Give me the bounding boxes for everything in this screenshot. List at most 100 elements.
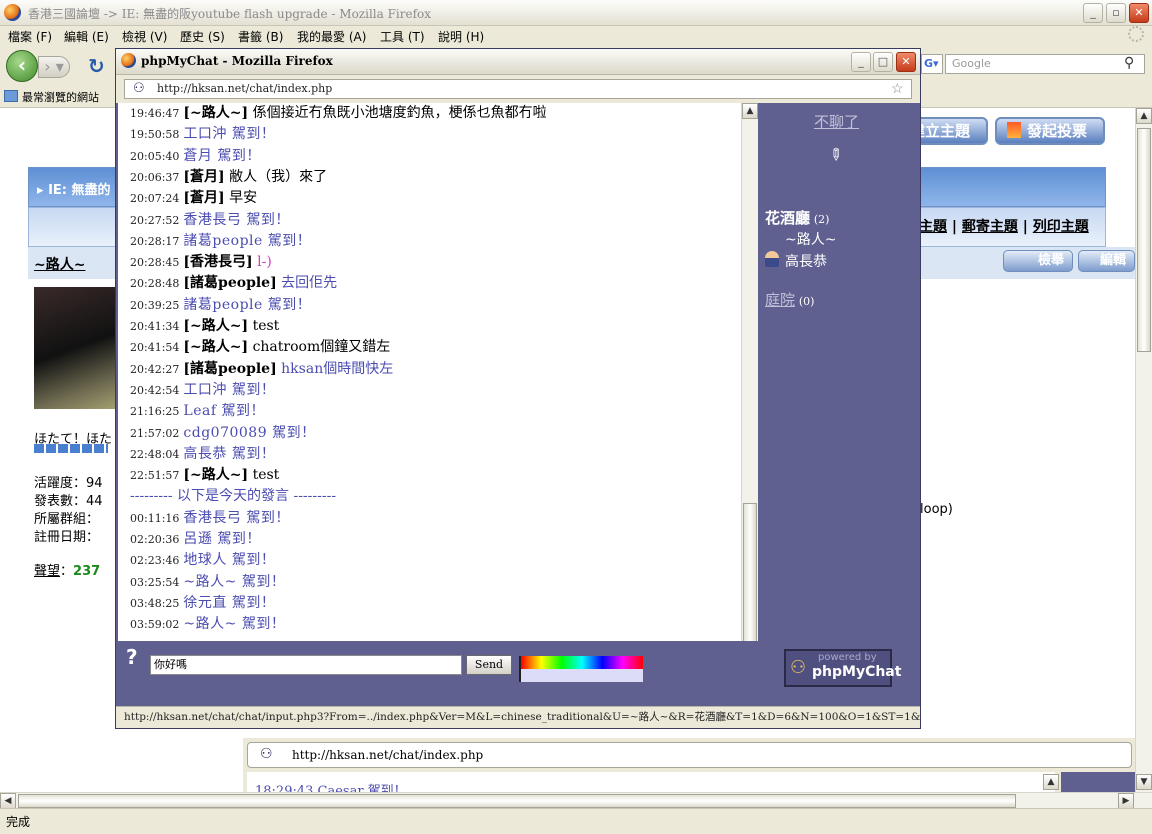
popup-close-button[interactable]: ✕ (896, 52, 916, 72)
page-vertical-scrollbar[interactable]: ▲ ▼ (1135, 108, 1152, 792)
message-nick[interactable]: [~路人~] (183, 318, 248, 334)
menu-tools[interactable]: 工具 (T) (380, 28, 425, 45)
menu-history[interactable]: 歷史 (S) (180, 28, 225, 45)
status-text: 完成 (6, 815, 31, 829)
message-time: 21:57:02 (130, 426, 180, 440)
join-notice: 香港長弓 駕到！ (183, 509, 290, 526)
room-user[interactable]: ~路人~ (785, 229, 836, 249)
forward-button[interactable]: › ▾ (38, 56, 70, 78)
chat-scrollbar[interactable]: ▲ ▼ (741, 103, 758, 695)
chat-message: 20:41:54 [~路人~] chatroom個鐘又錯左 (130, 337, 390, 358)
color-palette[interactable] (519, 656, 643, 682)
minimize-button[interactable]: _ (1083, 3, 1103, 23)
reputation-label[interactable]: 聲望 (34, 564, 60, 579)
search-icon[interactable]: ⚲ (1124, 55, 1134, 71)
room-user-count: (0) (798, 295, 815, 308)
scroll-up-button[interactable]: ▲ (1136, 108, 1152, 124)
post-username[interactable]: ~路人~ (34, 254, 85, 274)
phpmychat-site-icon: ⚇ (260, 746, 273, 762)
scroll-left-button[interactable]: ◀ (0, 793, 16, 809)
menu-bar: 檔案 (F) 編輯 (E) 檢視 (V) 歷史 (S) 書籤 (B) 我的最愛 … (0, 26, 1152, 46)
scroll-down-button[interactable]: ▼ (1136, 774, 1152, 790)
popup-maximize-button[interactable]: □ (873, 52, 893, 72)
message-nick[interactable]: [~路人~] (183, 105, 248, 121)
popup-title: phpMyChat - Mozilla Firefox (141, 54, 333, 68)
chat-scroll-up[interactable]: ▲ (742, 103, 758, 119)
join-notice: cdg070089 駕到！ (183, 424, 316, 441)
send-button[interactable]: Send (466, 655, 512, 675)
chat-message: 20:27:52 香港長弓 駕到！ (130, 210, 290, 231)
bookmark-most-visited[interactable]: 最常瀏覽的網站 (22, 89, 99, 105)
topic-title-text: IE: 無盡的 (48, 183, 111, 198)
close-button[interactable]: ✕ (1129, 3, 1149, 23)
window-title: 香港三國論壇 -> IE: 無盡的阪youtube flash upgrade … (28, 7, 432, 21)
message-nick[interactable]: [諸葛people] (183, 361, 276, 377)
hscroll-thumb[interactable] (18, 794, 1016, 808)
message-nick[interactable]: [蒼月] (183, 190, 224, 206)
logo-text: phpMyChat (812, 664, 902, 680)
message-time: 02:23:46 (130, 554, 180, 568)
background-chat-window: ⚇ http://hksan.net/chat/index.php 18:29:… (243, 738, 1135, 792)
message-time: 21:16:25 (130, 405, 180, 419)
popup-url: http://hksan.net/chat/index.php (157, 82, 333, 95)
link-email-topic[interactable]: 郵寄主題 (962, 219, 1018, 235)
search-engine-icon[interactable]: G▾ (921, 54, 943, 74)
link-print-topic[interactable]: 列印主題 (1033, 219, 1089, 235)
join-notice: 香港長弓 駕到！ (183, 211, 290, 228)
menu-bookmarks[interactable]: 書籤 (B) (238, 28, 283, 45)
link-topic[interactable]: 主題 (919, 219, 947, 235)
room-main[interactable]: 花酒廳 (2) (765, 207, 829, 228)
status-bar: 完成 (0, 808, 1152, 834)
scroll-right-button[interactable]: ▶ (1118, 793, 1134, 809)
message-nick[interactable]: [諸葛people] (183, 275, 276, 291)
chat-message: 21:57:02 cdg070089 駕到！ (130, 423, 316, 444)
message-time: 19:50:58 (130, 128, 180, 142)
join-notice: 工口沖 駕到！ (183, 126, 276, 143)
message-input[interactable]: 你好嗎 (150, 655, 462, 675)
report-button[interactable]: 檢舉 (1003, 250, 1073, 272)
join-notice: 工口沖 駕到！ (183, 381, 276, 398)
message-nick[interactable]: [~路人~] (183, 467, 248, 483)
message-time: 20:06:37 (130, 170, 180, 184)
join-notice: 地球人 駕到！ (183, 552, 276, 569)
popup-minimize-button[interactable]: _ (851, 52, 871, 72)
exit-chat-link[interactable]: 不聊了 (814, 111, 859, 132)
pin-icon[interactable]: ✎ (824, 143, 847, 166)
menu-file[interactable]: 檔案 (F) (8, 28, 52, 45)
restore-button[interactable]: ▫ (1106, 3, 1126, 23)
background-scroll-up[interactable]: ▲ (1043, 774, 1059, 790)
back-button[interactable]: ‹ (6, 50, 38, 82)
phpmychat-logo[interactable]: ⚇ powered by phpMyChat (784, 649, 901, 687)
chat-popup-window: phpMyChat - Mozilla Firefox _ □ ✕ ⚇ http… (115, 48, 921, 729)
message-nick[interactable]: [香港長弓] (183, 254, 252, 270)
menu-view[interactable]: 檢視 (V) (122, 28, 167, 45)
search-input[interactable]: Google (945, 54, 1145, 74)
message-nick[interactable]: [~路人~] (183, 339, 248, 355)
logo-powered-by: powered by (818, 652, 877, 663)
message-time: 03:59:02 (130, 618, 180, 632)
message-time: 20:07:24 (130, 192, 180, 206)
message-text: l-) (257, 254, 272, 271)
scroll-thumb[interactable] (1137, 128, 1151, 352)
page-horizontal-scrollbar[interactable]: ◀ ▶ (0, 792, 1152, 809)
phpmychat-site-icon: ⚇ (133, 81, 145, 96)
menu-favorites[interactable]: 我的最愛 (A) (297, 28, 366, 45)
message-time: 20:05:40 (130, 149, 180, 163)
room-user[interactable]: 高長恭 (785, 251, 827, 271)
reload-icon[interactable]: ↻ (88, 54, 105, 78)
popup-url-field[interactable]: ⚇ http://hksan.net/chat/index.php ☆ (124, 79, 912, 99)
edit-button[interactable]: 編輯 (1078, 250, 1135, 272)
popup-status-bar: http://hksan.net/chat/chat/input.php3?Fr… (116, 706, 920, 728)
new-poll-button[interactable]: 發起投票 (995, 117, 1105, 145)
separator-text: --------- 以下是今天的發言 --------- (130, 488, 337, 505)
menu-edit[interactable]: 編輯 (E) (64, 28, 109, 45)
menu-help[interactable]: 說明 (H) (438, 28, 484, 45)
color-spectrum[interactable] (521, 656, 643, 669)
message-nick[interactable]: [蒼月] (183, 169, 224, 185)
firefox-icon (121, 53, 136, 68)
room-garden[interactable]: 庭院 (0) (765, 289, 814, 310)
color-selected[interactable] (521, 669, 643, 682)
user-avatar (34, 287, 116, 409)
bookmark-star-icon[interactable]: ☆ (891, 80, 904, 98)
help-icon[interactable]: ? (126, 645, 138, 669)
